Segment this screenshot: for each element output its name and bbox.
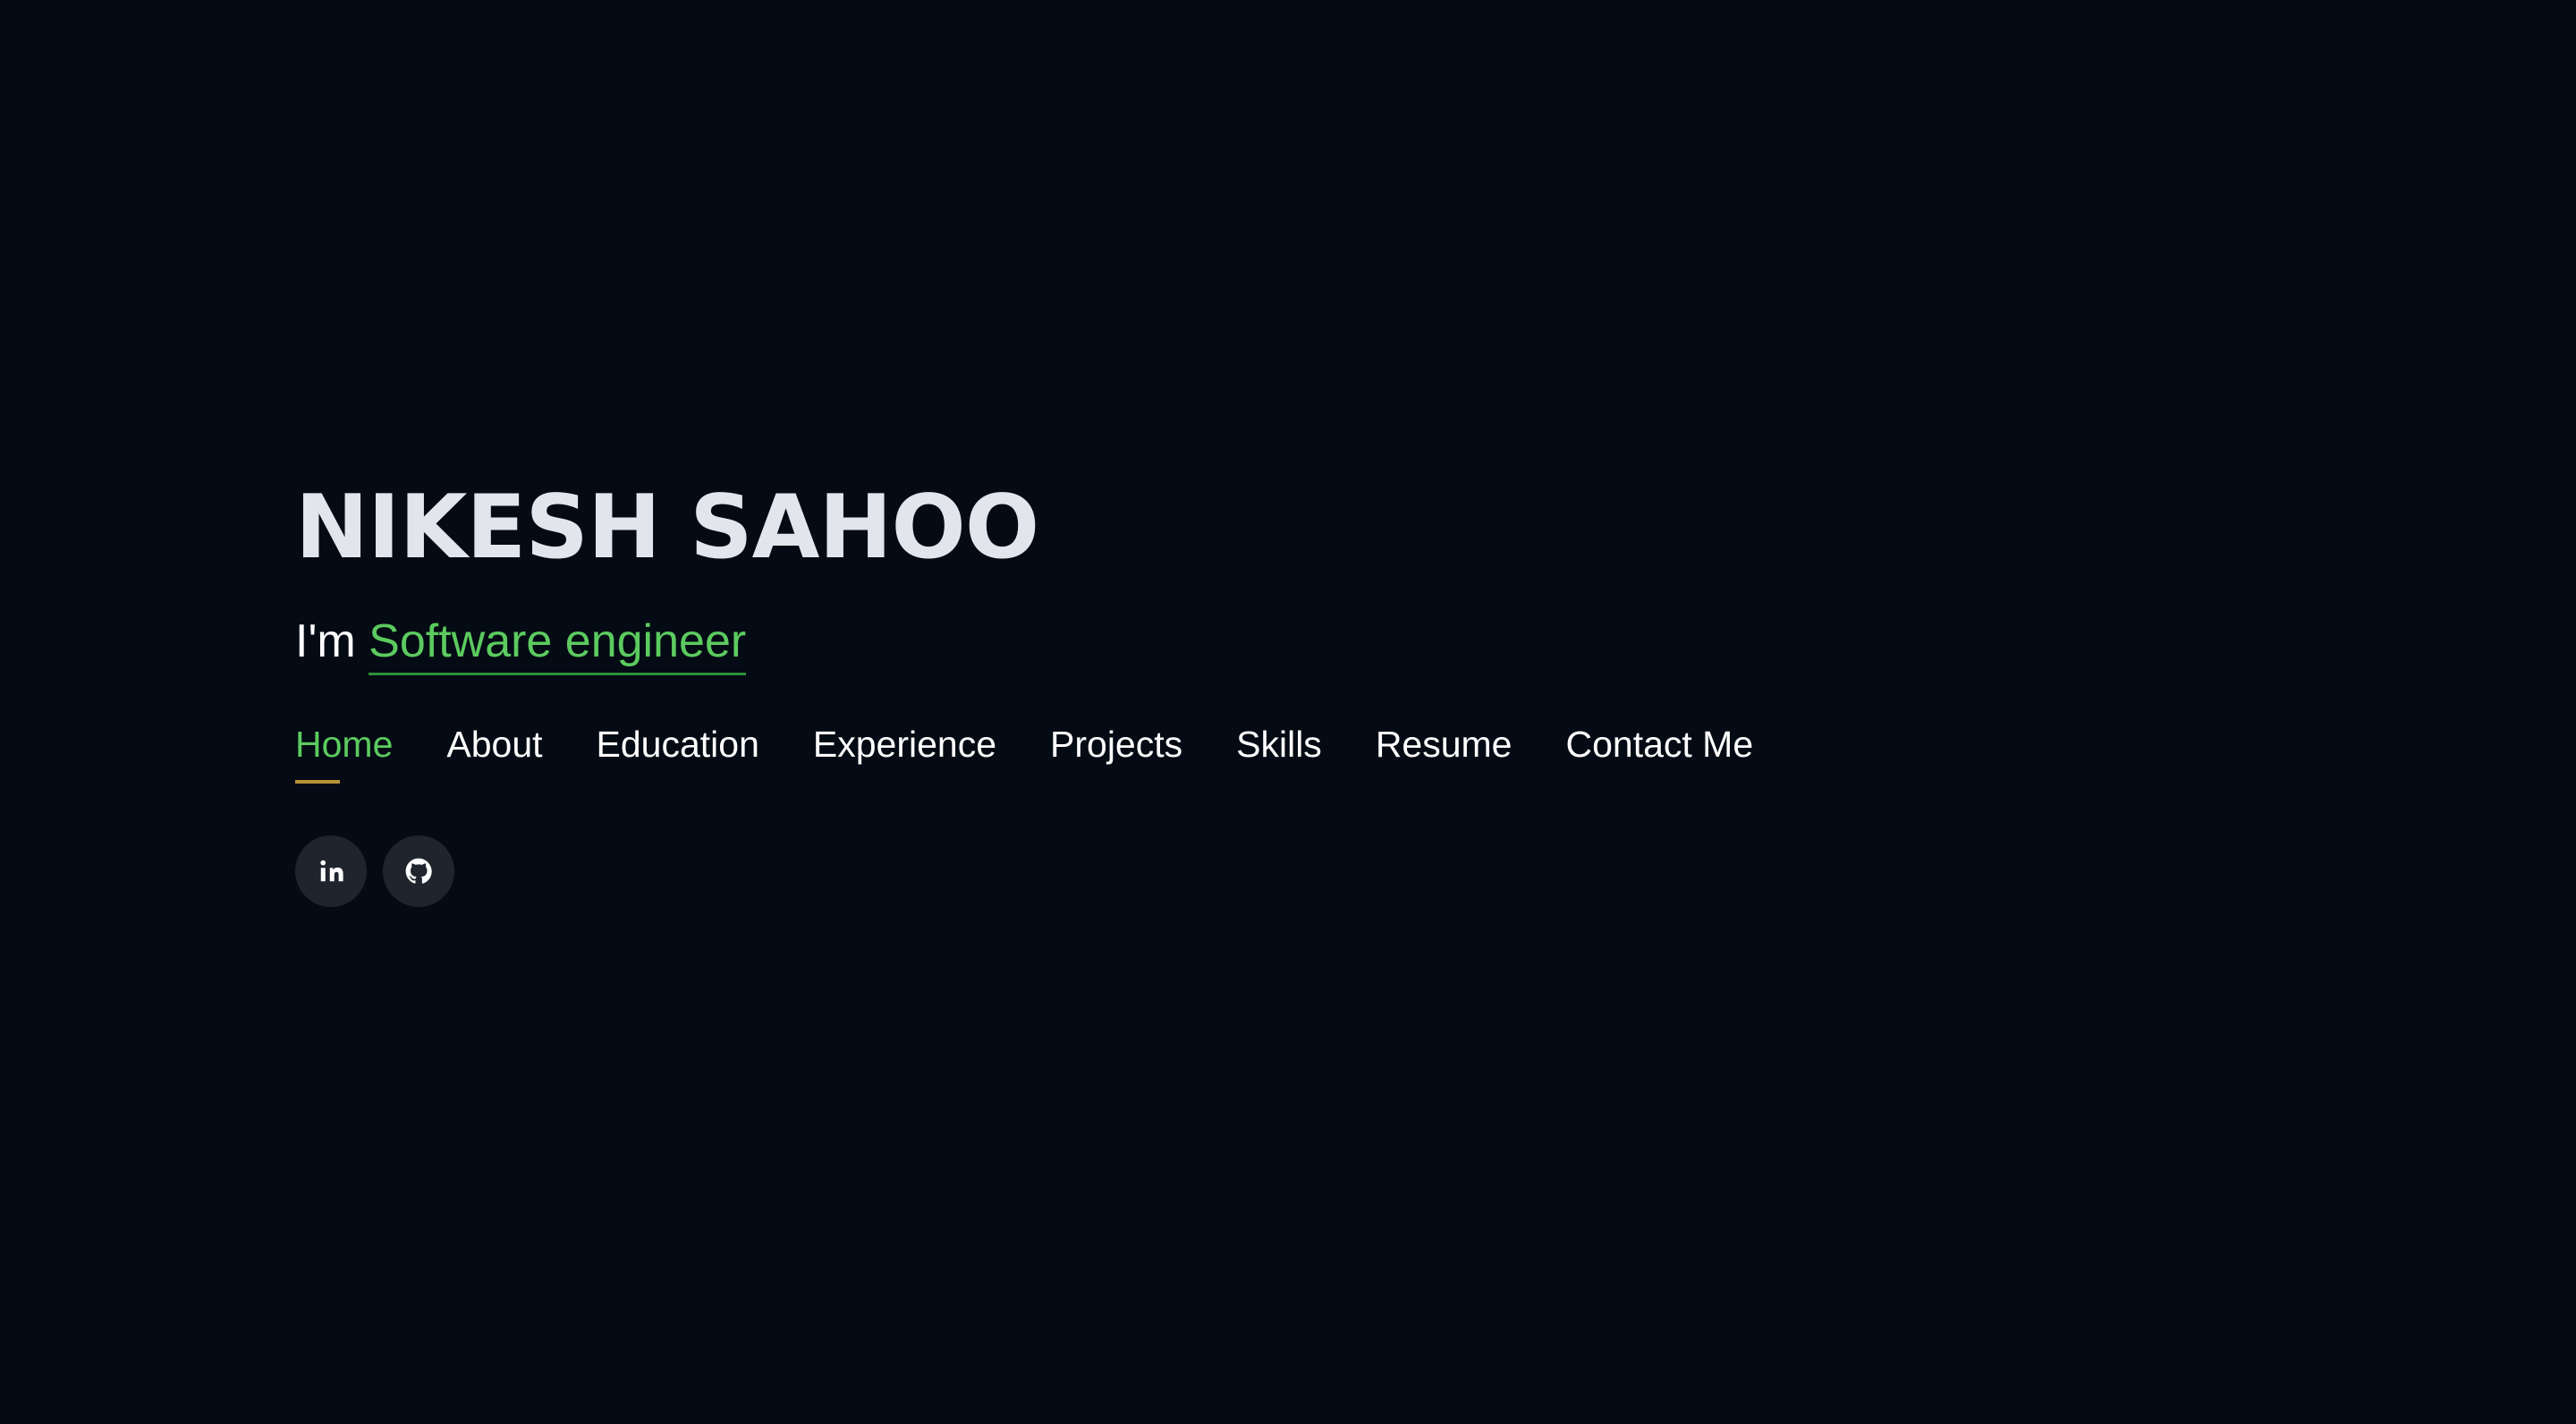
tagline-prefix: I'm [295, 615, 369, 667]
linkedin-button[interactable] [295, 835, 367, 907]
nav-home[interactable]: Home [295, 717, 393, 784]
hero-section: NIKESH SAHOO I'm Software engineer Home … [295, 474, 1753, 907]
linkedin-icon [320, 860, 343, 882]
hero-tagline: I'm Software engineer [295, 610, 1753, 675]
tagline-role: Software engineer [369, 615, 747, 675]
social-links [295, 835, 1753, 907]
main-nav: Home About Education Experience Projects… [295, 717, 1753, 784]
github-icon [405, 858, 432, 884]
nav-skills[interactable]: Skills [1236, 717, 1322, 771]
nav-contact-me[interactable]: Contact Me [1565, 717, 1753, 771]
github-button[interactable] [383, 835, 454, 907]
nav-education[interactable]: Education [597, 717, 759, 771]
nav-resume[interactable]: Resume [1376, 717, 1513, 771]
nav-experience[interactable]: Experience [813, 717, 996, 771]
nav-projects[interactable]: Projects [1050, 717, 1182, 771]
hero-name: NIKESH SAHOO [295, 477, 1039, 579]
nav-about[interactable]: About [446, 717, 542, 771]
